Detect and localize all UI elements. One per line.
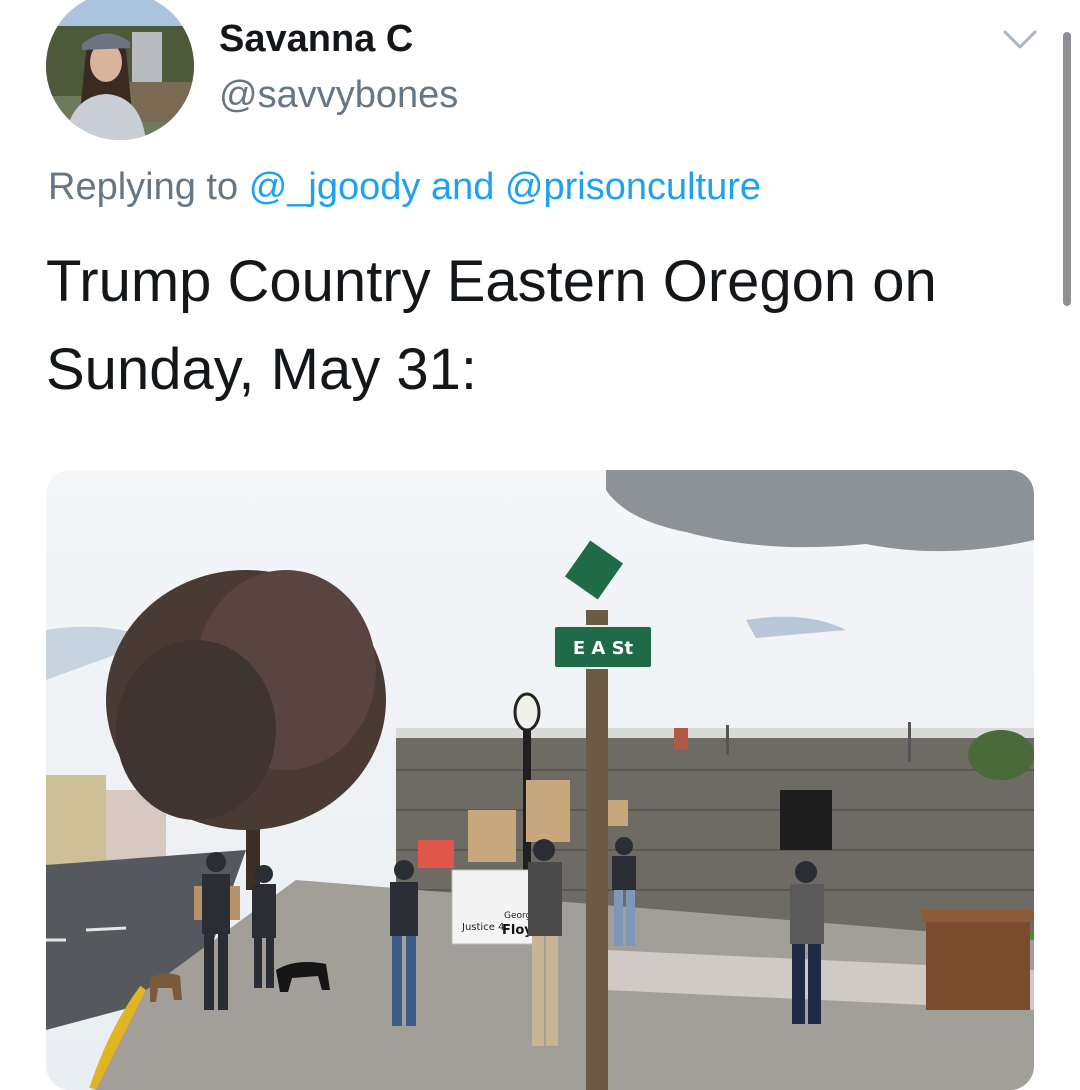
street-sign-text: E A St [573,638,634,659]
scrollbar[interactable] [1063,32,1071,306]
author-handle[interactable]: @savvybones [219,74,458,117]
replying-to-line: Replying to @_jgoody and @prisonculture [48,166,761,209]
tweet-photo[interactable]: E A St Justice 4 George Floyd! [46,470,1034,1090]
author-avatar[interactable] [46,0,194,140]
mention-link-jgoody[interactable]: @_jgoody [249,166,421,208]
replying-prefix: Replying to [48,166,239,208]
mention-link-prisonculture[interactable]: @prisonculture [505,166,761,208]
tweet-text: Trump Country Eastern Oregon on Sunday, … [46,249,937,402]
avatar-image [46,0,194,140]
protest-photo: E A St Justice 4 George Floyd! [46,470,1034,1090]
sign-justice-text: Justice 4 [461,922,504,933]
author-name[interactable]: Savanna C [219,18,413,61]
mention-joiner: and [430,166,495,208]
chevron-down-icon[interactable] [1002,28,1038,52]
